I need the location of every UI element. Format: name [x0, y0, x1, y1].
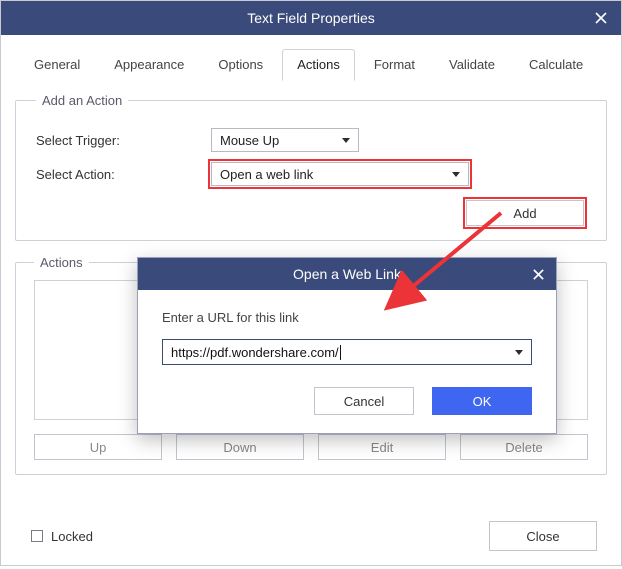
locked-checkbox[interactable]: Locked: [31, 529, 93, 544]
text-cursor: [340, 345, 341, 360]
modal-title: Open a Web Link: [293, 266, 401, 282]
modal-close-button[interactable]: [520, 258, 556, 290]
url-value: https://pdf.wondershare.com/: [171, 345, 339, 360]
down-button[interactable]: Down: [176, 434, 304, 460]
edit-button[interactable]: Edit: [318, 434, 446, 460]
open-web-link-dialog: Open a Web Link Enter a URL for this lin…: [137, 257, 557, 434]
window-close-button[interactable]: [581, 1, 621, 35]
url-input[interactable]: https://pdf.wondershare.com/: [162, 339, 532, 365]
modal-titlebar: Open a Web Link: [138, 258, 556, 290]
tab-format[interactable]: Format: [359, 49, 430, 81]
tabstrip: General Appearance Options Actions Forma…: [1, 35, 621, 81]
tab-general[interactable]: General: [19, 49, 95, 81]
close-icon: [594, 11, 608, 25]
tab-calculate[interactable]: Calculate: [514, 49, 598, 81]
select-trigger-label: Select Trigger:: [36, 133, 211, 148]
tab-validate[interactable]: Validate: [434, 49, 510, 81]
cancel-button[interactable]: Cancel: [314, 387, 414, 415]
select-action-dropdown[interactable]: Open a web link: [211, 162, 469, 186]
tab-appearance[interactable]: Appearance: [99, 49, 199, 81]
up-button[interactable]: Up: [34, 434, 162, 460]
checkbox-icon: [31, 530, 43, 542]
ok-button[interactable]: OK: [432, 387, 532, 415]
chevron-down-icon: [452, 172, 460, 177]
add-an-action-legend: Add an Action: [36, 93, 128, 108]
delete-button[interactable]: Delete: [460, 434, 588, 460]
select-trigger-value: Mouse Up: [220, 133, 279, 148]
actions-button-row: Up Down Edit Delete: [34, 434, 588, 460]
text-field-properties-window: Text Field Properties General Appearance…: [0, 0, 622, 566]
chevron-down-icon: [515, 350, 523, 355]
actions-legend: Actions: [34, 255, 89, 270]
dialog-footer: Locked Close: [1, 507, 621, 565]
select-trigger-row: Select Trigger: Mouse Up: [36, 128, 586, 152]
select-action-label: Select Action:: [36, 167, 211, 182]
modal-prompt: Enter a URL for this link: [162, 310, 532, 325]
select-action-value: Open a web link: [220, 167, 313, 182]
modal-buttons: Cancel OK: [162, 387, 532, 415]
close-button[interactable]: Close: [489, 521, 597, 551]
select-action-row: Select Action: Open a web link: [36, 162, 586, 186]
tab-actions[interactable]: Actions: [282, 49, 355, 81]
titlebar: Text Field Properties: [1, 1, 621, 35]
close-icon: [532, 268, 545, 281]
locked-label: Locked: [51, 529, 93, 544]
add-button[interactable]: Add: [466, 200, 584, 226]
chevron-down-icon: [342, 138, 350, 143]
select-trigger-dropdown[interactable]: Mouse Up: [211, 128, 359, 152]
titlebar-title: Text Field Properties: [247, 10, 375, 26]
modal-body: Enter a URL for this link https://pdf.wo…: [138, 290, 556, 433]
tab-options[interactable]: Options: [203, 49, 278, 81]
add-an-action-group: Add an Action Select Trigger: Mouse Up S…: [15, 93, 607, 241]
